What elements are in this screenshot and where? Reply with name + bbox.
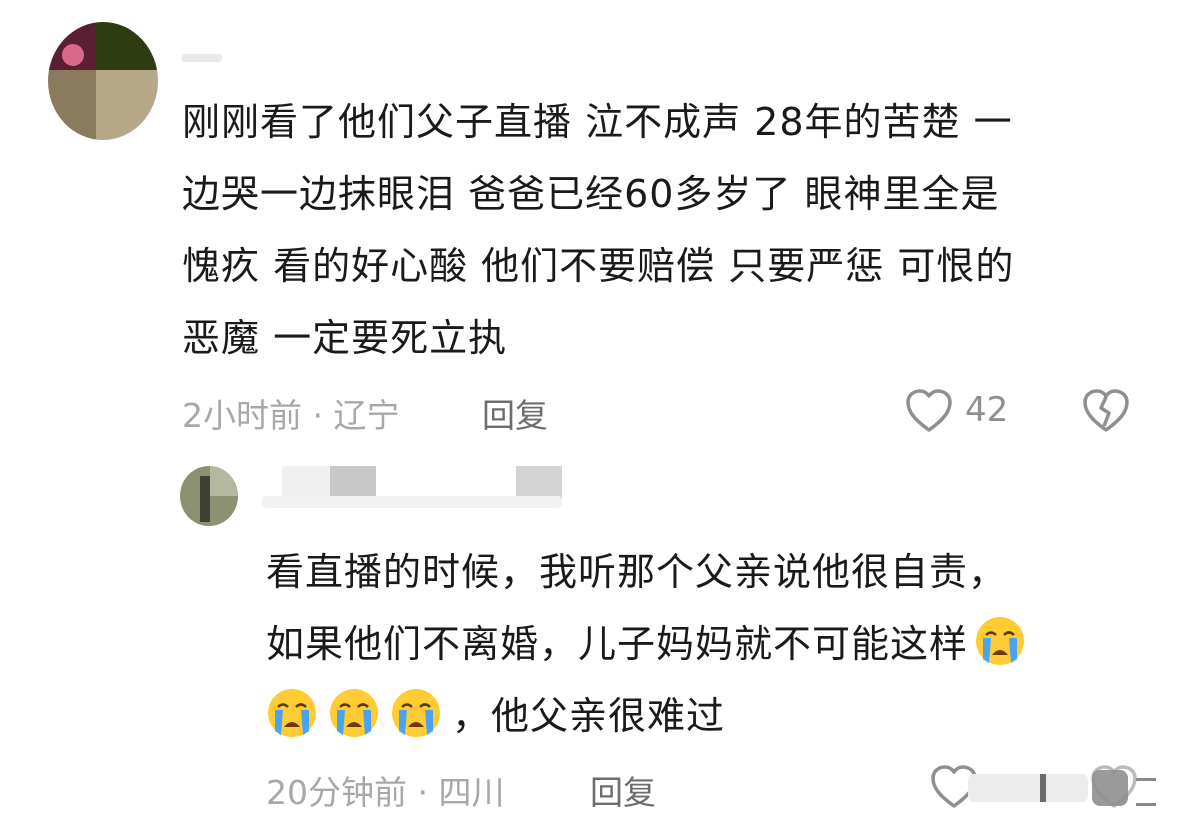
dislike-button[interactable] [1090,764,1138,810]
avatar[interactable] [180,466,238,526]
username-blurred[interactable] [182,34,252,64]
loudly-crying-face-icon [328,687,380,739]
comment-line: 恶魔 一定要死立执 [182,316,508,360]
comment-line: 愧疚 看的好心酸 他们不要赔偿 只要严惩 可恨的 [182,244,1015,288]
comment-time-location: 20分钟前 · 四川 [266,773,505,812]
loudly-crying-face-icon [390,687,442,739]
comment-line: 如果他们不离婚，儿子妈妈就不可能这样 [266,608,1146,680]
reply-button[interactable]: 回复 [590,766,656,814]
broken-heart-icon [1091,765,1137,808]
comment-line: 边哭一边抹眼泪 爸爸已经60多岁了 眼神里全是 [182,172,1000,216]
loudly-crying-face-icon [266,687,318,739]
comment-line: ，他父亲很难过 [266,680,1146,752]
reply-button[interactable]: 回复 [482,389,548,437]
broken-heart-icon [1083,389,1129,432]
comment-text: 看直播的时候，我听那个父亲说他很自责， 如果他们不离婚，儿子妈妈就不可能这样 ，… [266,536,1146,752]
comment-text: 刚刚看了他们父子直播 泣不成声 28年的苦楚 一 边哭一边抹眼泪 爸爸已经60多… [182,86,1142,374]
comment-time-location: 2小时前 · 辽宁 [182,396,400,435]
like-button[interactable]: 42 [905,386,1025,436]
watermark-overlay [968,770,1168,808]
comment-line-text: 如果他们不离婚，儿子妈妈就不可能这样 [266,622,969,666]
comment-line-text: ，他父亲很难过 [452,694,726,738]
loudly-crying-face-icon [974,615,1026,667]
comment-line: 刚刚看了他们父子直播 泣不成声 28年的苦楚 一 [182,100,1013,144]
dislike-button[interactable] [1082,388,1130,434]
avatar[interactable] [48,22,158,140]
heart-icon [906,389,952,432]
username-blurred[interactable] [262,466,582,516]
comment-line: 看直播的时候，我听那个父亲说他很自责， [266,550,1008,594]
like-count: 42 [965,390,1009,430]
